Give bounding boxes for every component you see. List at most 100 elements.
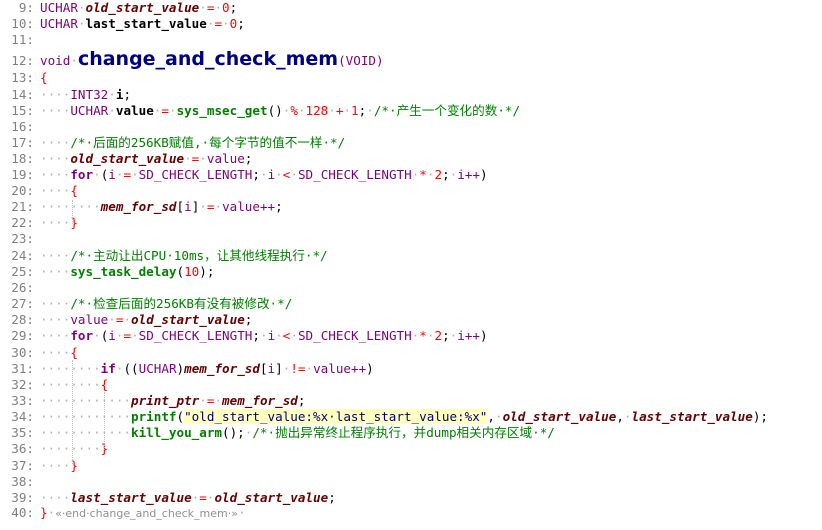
token-sp: · — [93, 167, 101, 182]
line-number: 25: — [11, 263, 34, 279]
token-op: % — [290, 102, 298, 118]
token-mac: i — [108, 167, 116, 182]
token-brace: } — [40, 505, 48, 520]
code-line[interactable]: 38: — [0, 474, 822, 490]
token-cm: /*·后面的256KB赋值,·每个字节的值不一样·*/ — [70, 134, 346, 150]
code-text: ····sys_task_delay(10); — [40, 264, 214, 280]
token-gv: mem_for_sd — [184, 360, 260, 376]
token-sp: ···· — [40, 215, 71, 230]
code-line[interactable]: 23: — [0, 231, 822, 247]
code-line[interactable]: 36: ········} — [0, 441, 822, 457]
token-plain: [ — [259, 360, 268, 376]
token-str: "old_start_value:%x·last_start_value:%x" — [184, 409, 488, 424]
code-line[interactable]: 39: ····last_start_value·=·old_start_valu… — [0, 490, 822, 506]
token-plain: ) — [176, 360, 185, 376]
code-text: }·«·end·change_and_check_mem·»· — [40, 505, 246, 522]
line-number: 19: — [11, 167, 34, 182]
code-line[interactable]: 20: ····{ — [0, 183, 822, 199]
code-line[interactable]: 37: ····} — [0, 458, 822, 474]
code-line[interactable]: 30: ····{ — [0, 345, 822, 361]
token-plain: ; — [442, 328, 450, 343]
code-line[interactable]: 26: — [0, 280, 822, 296]
token-plain: () — [267, 102, 283, 118]
token-sp: · — [199, 199, 207, 214]
token-sp: · — [70, 52, 78, 68]
token-sp: · — [237, 505, 246, 520]
token-sp: ···· — [40, 457, 71, 473]
code-line[interactable]: 25: ····sys_task_delay(10); — [0, 264, 822, 280]
token-ty: UCHAR — [70, 102, 109, 118]
token-fnbig: change_and_check_mem — [77, 47, 339, 70]
code-line[interactable]: 9: UCHAR·old_start_value·=·0; — [0, 0, 822, 16]
code-line[interactable]: 10: UCHAR·last_start_value·=·0; — [0, 16, 822, 32]
code-text: ············printf("old_start_value:%x·l… — [40, 409, 768, 425]
code-line[interactable]: 13: { — [0, 70, 822, 86]
token-sp: · — [131, 328, 139, 343]
code-text: { — [40, 70, 48, 86]
code-line[interactable]: 11: — [0, 32, 822, 48]
token-sp: ········ — [40, 360, 101, 376]
indent-guide — [72, 200, 73, 224]
line-number: 15: — [11, 102, 34, 118]
token-plain: ( — [176, 263, 185, 279]
code-text: ····{ — [40, 183, 78, 199]
token-mac: i — [108, 328, 116, 343]
token-sp: · — [214, 199, 223, 214]
token-sp: ···· — [40, 247, 71, 263]
code-line[interactable]: 35: ············kill_you_arm();·/*·抛出异常终止… — [0, 425, 822, 441]
token-cm: /*·主动让出CPU·10ms，让其他线程执行·*/ — [70, 247, 328, 263]
token-plain: ) — [366, 360, 374, 376]
token-brace: { — [40, 70, 48, 85]
token-sp: · — [623, 409, 632, 424]
token-sp: · — [77, 15, 86, 31]
token-sp: · — [108, 312, 116, 327]
code-line[interactable]: 29: ····for·(i·=·SD_CHECK_LENGTH;·i·<·SD_… — [0, 328, 822, 344]
token-plain: , — [616, 409, 624, 424]
code-line[interactable]: 40:}·«·end·change_and_check_mem·»· — [0, 505, 822, 521]
line-number: 38: — [11, 473, 34, 489]
code-text: ····INT32·i; — [40, 87, 131, 103]
token-gv: last_start_value — [70, 489, 192, 505]
token-kw: if — [100, 360, 116, 376]
code-editor[interactable]: 9: UCHAR·old_start_value·=·0; 10: UCHAR·las… — [0, 0, 822, 530]
token-sp: ········ — [40, 441, 101, 456]
line-number: 12: — [11, 52, 34, 68]
token-sp: · — [108, 102, 116, 118]
code-line[interactable]: 33: ············print_ptr·=·mem_for_sd; — [0, 393, 822, 409]
code-line[interactable]: 27: ····/*·检查后面的256KB有没有被修改·*/ — [0, 296, 822, 312]
code-line[interactable]: 18: ····old_start_value·=·value; — [0, 151, 822, 167]
token-brace: { — [70, 183, 78, 198]
token-ty: void — [40, 52, 71, 68]
token-sp: · — [343, 102, 352, 118]
code-text: ········if·((UCHAR)mem_for_sd[i]·!=·valu… — [40, 361, 374, 377]
token-mac: value++ — [222, 199, 276, 214]
code-line[interactable]: 16: — [0, 119, 822, 135]
line-number: 37: — [11, 457, 34, 473]
token-cm: /*·检查后面的256KB有没有被修改·*/ — [70, 296, 293, 311]
token-plain: ; — [244, 312, 253, 327]
token-sp: · — [199, 0, 207, 15]
token-plain: ] — [275, 360, 283, 376]
token-num: 0 — [222, 0, 230, 15]
code-line[interactable]: 19: ····for·(i·=·SD_CHECK_LENGTH;·i·<·SD_… — [0, 167, 822, 183]
code-line[interactable]: 15: ····UCHAR·value·=·sys_msec_get()·%·12… — [0, 103, 822, 119]
code-line[interactable]: 21: ········mem_for_sd[i]·=·value++; — [0, 199, 822, 215]
token-sp: · — [494, 409, 503, 424]
code-line[interactable]: 28: ····value·=·old_start_value; — [0, 312, 822, 328]
code-line[interactable]: 14: ····INT32·i; — [0, 87, 822, 103]
token-plain: ; — [237, 15, 245, 31]
code-line[interactable]: 17: ····/*·后面的256KB赋值,·每个字节的值不一样·*/ — [0, 135, 822, 151]
code-line[interactable]: 34: ············printf("old_start_value:%… — [0, 409, 822, 425]
token-gv: old_start_value — [85, 0, 200, 15]
token-plain: ) — [480, 167, 488, 182]
token-op: != — [290, 360, 306, 376]
token-mac: value++ — [313, 360, 367, 376]
code-line[interactable]: 12: void·change_and_check_mem(VOID) — [0, 48, 822, 70]
token-num: 1 — [351, 102, 359, 118]
code-line[interactable]: 32: ········{ — [0, 377, 822, 393]
token-sp: ············ — [40, 425, 131, 440]
code-line[interactable]: 22: ····} — [0, 215, 822, 231]
code-line[interactable]: 24: ····/*·主动让出CPU·10ms，让其他线程执行·*/ — [0, 248, 822, 264]
code-line[interactable]: 31: ········if·((UCHAR)mem_for_sd[i]·!=·v… — [0, 361, 822, 377]
token-ty: UCHAR — [40, 15, 78, 31]
